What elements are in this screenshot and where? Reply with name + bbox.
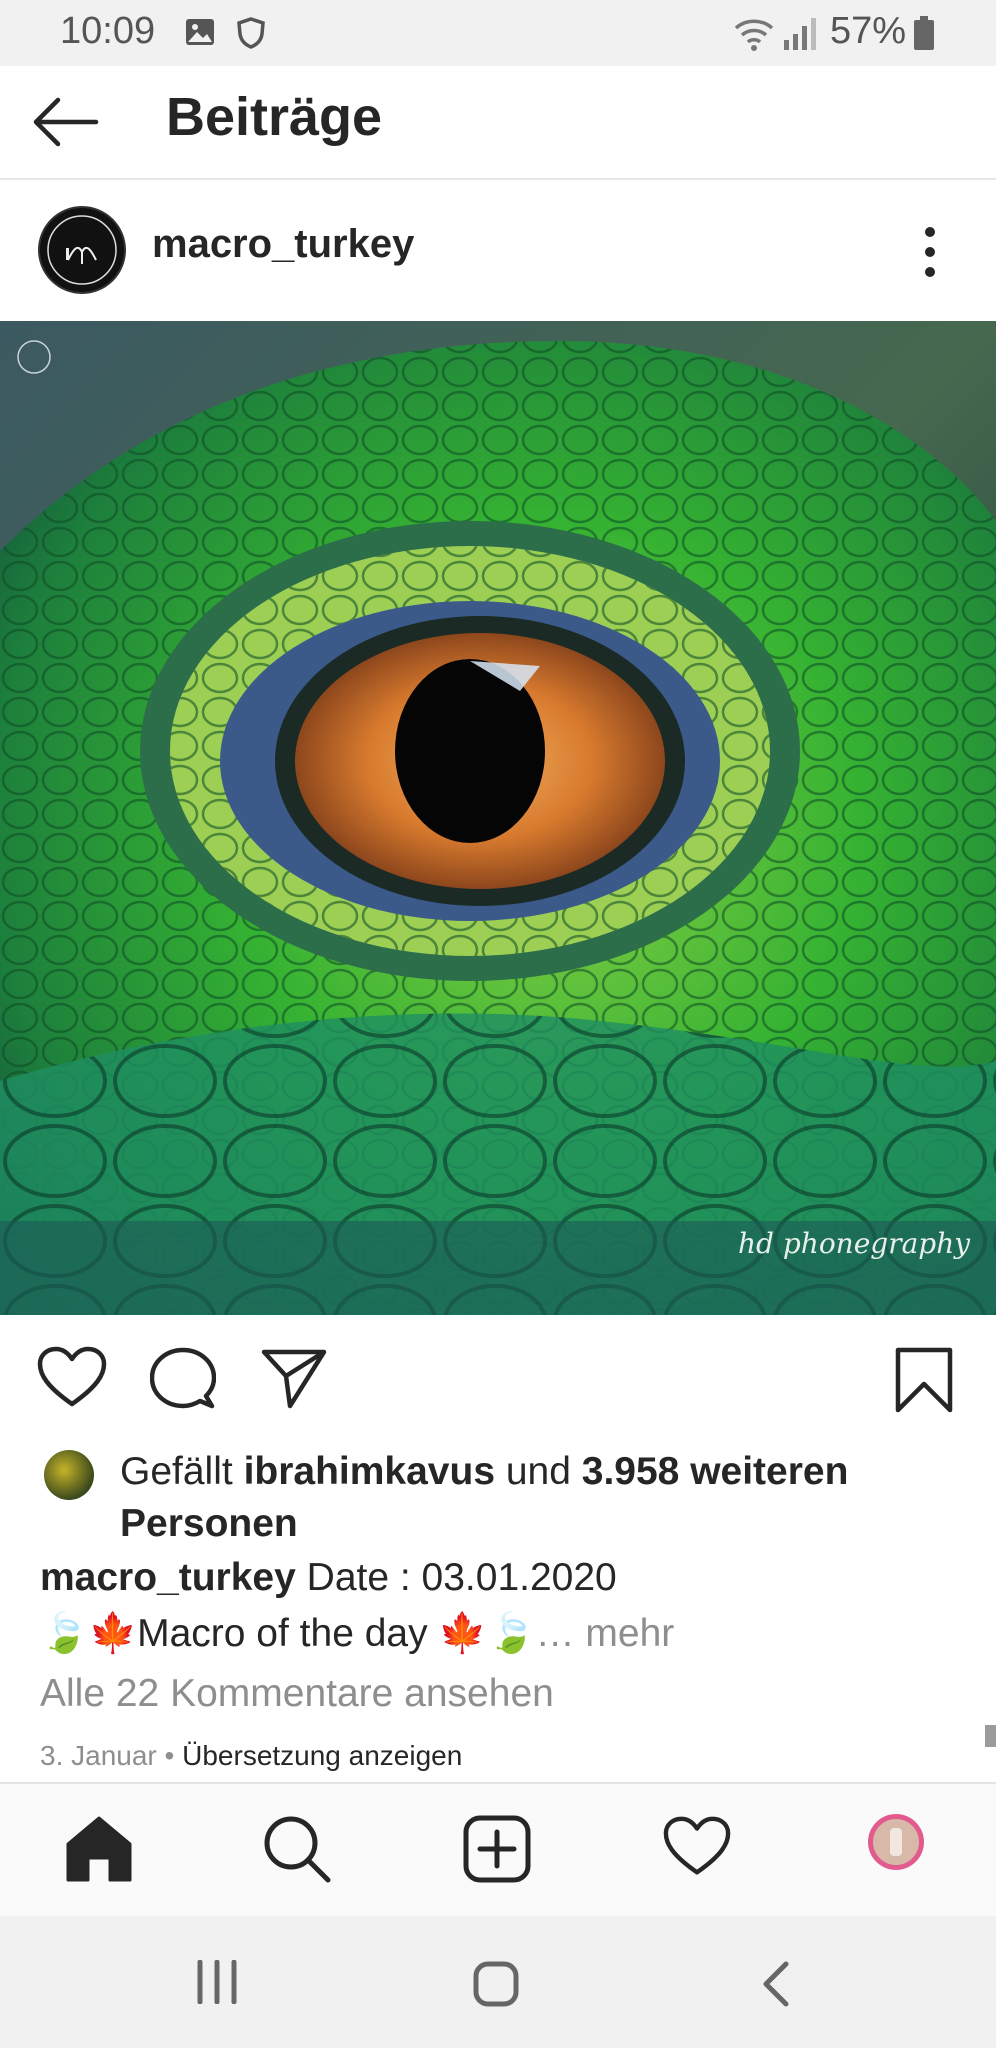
post-actions: [0, 1316, 996, 1446]
page-title: Beiträge: [166, 87, 383, 147]
comment-icon[interactable]: [150, 1346, 216, 1410]
bookmark-icon[interactable]: [894, 1346, 954, 1414]
post-photo[interactable]: hd phonegraphy: [0, 321, 996, 1315]
scrollbar-thumb[interactable]: [985, 1725, 996, 1747]
likes-text[interactable]: Gefällt ibrahimkavus und 3.958 weiteren …: [120, 1446, 960, 1550]
liker-username[interactable]: ibrahimkavus: [244, 1450, 495, 1493]
post-username[interactable]: macro_turkey: [152, 222, 414, 267]
view-comments-link[interactable]: Alle 22 Kommentare ansehen: [40, 1672, 554, 1716]
battery-icon: [914, 16, 934, 50]
profile-avatar[interactable]: [866, 1812, 926, 1872]
add-post-icon[interactable]: [462, 1814, 532, 1884]
search-icon[interactable]: [262, 1814, 332, 1884]
caption-line2-text: 🍃🍁Macro of the day 🍁🍃: [40, 1612, 536, 1655]
shield-icon: [237, 17, 265, 49]
caption-text: Date : 03.01.2020: [295, 1556, 617, 1599]
battery-percent: 57%: [830, 10, 907, 52]
system-nav-bar: [0, 1916, 996, 2048]
caption: macro_turkey Date : 03.01.2020: [40, 1550, 960, 1606]
lizard-eye-image: [0, 321, 996, 1315]
caption-line2: 🍃🍁Macro of the day 🍁🍃… mehr: [40, 1606, 960, 1662]
status-bar: 10:09 57%: [0, 0, 996, 66]
arrow-left-icon[interactable]: [30, 94, 100, 150]
recent-apps-icon[interactable]: [194, 1960, 240, 2004]
image-icon: [186, 19, 214, 45]
share-icon[interactable]: [260, 1346, 328, 1410]
likes-prefix: Gefällt: [120, 1450, 244, 1493]
signal-icon: [784, 18, 816, 50]
status-time: 10:09: [60, 10, 156, 52]
caption-username[interactable]: macro_turkey: [40, 1556, 296, 1599]
more-vertical-icon[interactable]: [916, 224, 944, 280]
macro-turkey-logo: [47, 215, 117, 285]
meta-separator: •: [156, 1740, 183, 1771]
likes-middle: und: [495, 1450, 582, 1493]
caption-more-link[interactable]: … mehr: [536, 1612, 675, 1655]
heart-icon[interactable]: [36, 1346, 108, 1410]
liker-avatar[interactable]: [44, 1450, 94, 1500]
translate-link[interactable]: Übersetzung anzeigen: [182, 1740, 462, 1771]
activity-heart-icon[interactable]: [662, 1814, 732, 1880]
photo-watermark: hd phonegraphy: [738, 1227, 971, 1260]
wifi-icon: [734, 19, 774, 51]
post-meta: 3. Januar • Übersetzung anzeigen: [40, 1740, 462, 1772]
bottom-nav: [0, 1782, 996, 1918]
app-header: Beiträge: [0, 66, 996, 180]
home-button-icon[interactable]: [472, 1960, 520, 2008]
home-icon[interactable]: [64, 1814, 134, 1884]
back-nav-icon[interactable]: [760, 1960, 790, 2008]
post-header: macro_turkey: [0, 180, 996, 320]
post-date: 3. Januar: [40, 1740, 157, 1771]
post-author-avatar[interactable]: [38, 206, 126, 294]
